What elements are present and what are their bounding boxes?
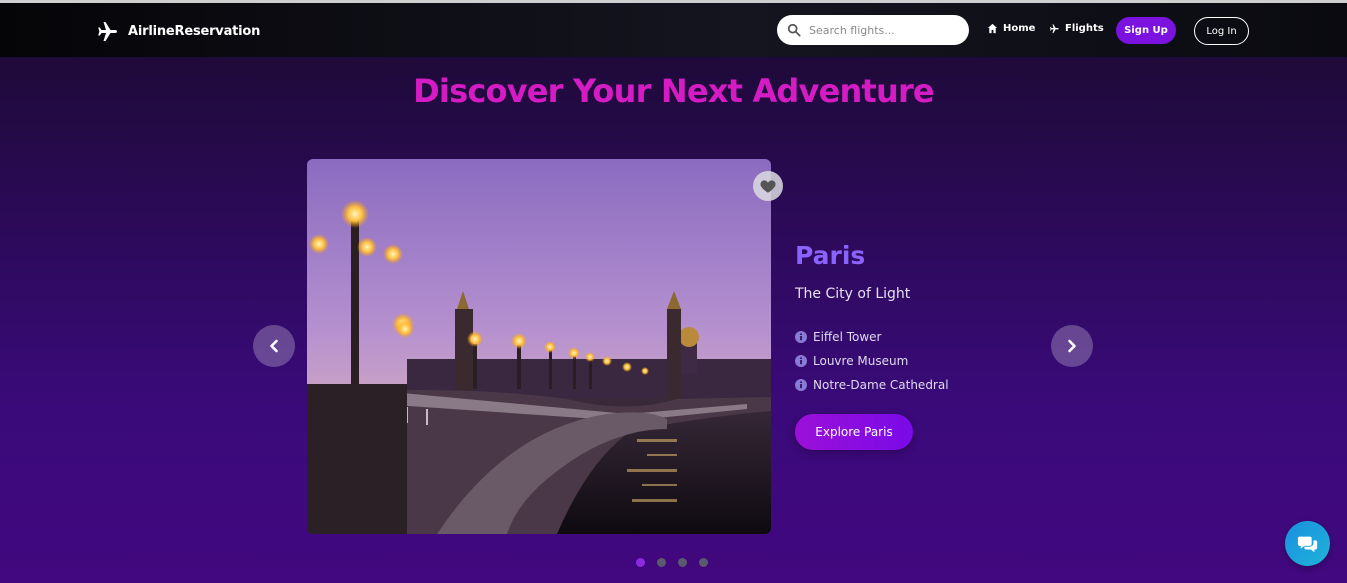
chevron-right-icon bbox=[1068, 339, 1076, 353]
info-icon bbox=[795, 379, 807, 391]
carousel-dot-1[interactable] bbox=[636, 558, 645, 567]
nav-link-flights[interactable]: Flights bbox=[1049, 23, 1104, 34]
attraction-item: Notre-Dame Cathedral bbox=[795, 373, 949, 397]
airplane-logo-icon bbox=[96, 19, 120, 43]
attraction-item: Eiffel Tower bbox=[795, 325, 949, 349]
attraction-item: Louvre Museum bbox=[795, 349, 949, 373]
search-box bbox=[777, 15, 969, 45]
favorite-button[interactable] bbox=[753, 171, 783, 201]
plane-icon bbox=[1050, 24, 1059, 34]
chat-bubbles-icon bbox=[1297, 536, 1317, 552]
destination-tagline: The City of Light bbox=[795, 286, 911, 302]
carousel-next-button[interactable] bbox=[1051, 325, 1093, 367]
nav-link-home[interactable]: Home bbox=[987, 23, 1035, 34]
hero-title: Discover Your Next Adventure bbox=[413, 72, 934, 110]
signup-button[interactable]: Sign Up bbox=[1116, 17, 1176, 44]
destination-city: Paris bbox=[795, 241, 866, 270]
nav-link-flights-label: Flights bbox=[1065, 23, 1104, 34]
carousel-prev-button[interactable] bbox=[253, 325, 295, 367]
attraction-label: Louvre Museum bbox=[813, 354, 909, 368]
attraction-label: Eiffel Tower bbox=[813, 330, 882, 344]
carousel-dot-2[interactable] bbox=[657, 558, 666, 567]
heart-icon bbox=[760, 180, 776, 193]
search-icon bbox=[787, 23, 801, 37]
info-icon bbox=[795, 355, 807, 367]
carousel-dot-3[interactable] bbox=[678, 558, 687, 567]
navbar: AirlineReservation Home Flights Sign Up … bbox=[0, 3, 1347, 57]
chevron-left-icon bbox=[270, 339, 278, 353]
carousel-indicators bbox=[636, 558, 708, 567]
info-icon bbox=[795, 331, 807, 343]
attractions-list: Eiffel Tower Louvre Museum Notre-Dame Ca… bbox=[795, 325, 949, 397]
attraction-label: Notre-Dame Cathedral bbox=[813, 378, 949, 392]
chat-button[interactable] bbox=[1285, 521, 1330, 566]
explore-destination-button[interactable]: Explore Paris bbox=[795, 414, 913, 450]
home-icon bbox=[987, 23, 998, 34]
login-button[interactable]: Log In bbox=[1194, 17, 1249, 45]
destination-photo bbox=[307, 159, 771, 534]
brand-logo[interactable]: AirlineReservation bbox=[96, 19, 260, 43]
carousel-dot-4[interactable] bbox=[699, 558, 708, 567]
nav-link-home-label: Home bbox=[1003, 23, 1036, 34]
brand-name: AirlineReservation bbox=[128, 23, 261, 39]
search-input[interactable] bbox=[807, 22, 961, 38]
